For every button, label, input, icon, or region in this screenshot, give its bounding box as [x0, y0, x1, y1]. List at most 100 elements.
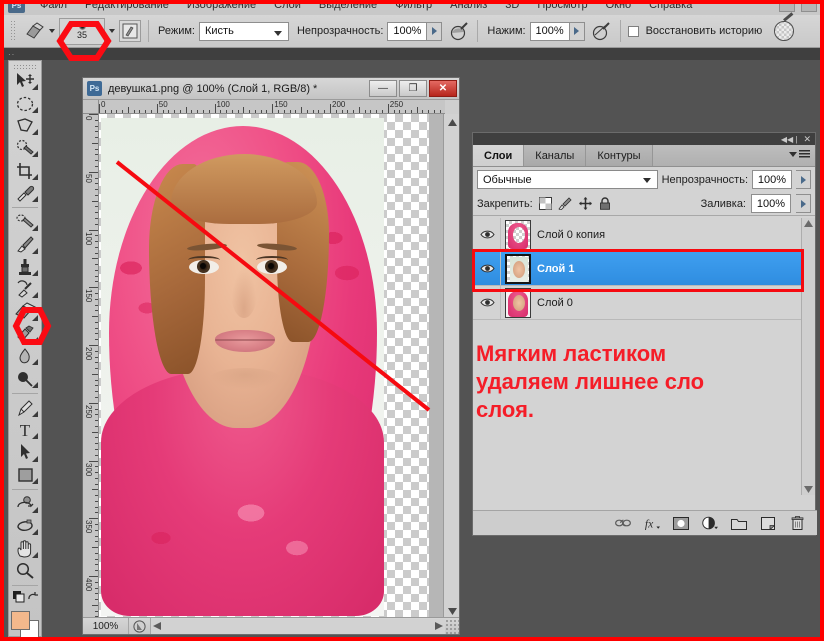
delete-layer-icon[interactable]: [789, 515, 805, 531]
minimize-icon[interactable]: [779, 4, 795, 12]
maximize-icon[interactable]: [801, 4, 817, 12]
opacity-slider-button[interactable]: [427, 21, 443, 41]
clone-stamp-tool[interactable]: [10, 256, 40, 278]
blur-tool[interactable]: [10, 345, 40, 367]
resize-grip[interactable]: [445, 618, 459, 634]
vertical-ruler[interactable]: 050100150200250300350400450: [83, 114, 99, 619]
canvas-horizontal-scrollbar[interactable]: [151, 618, 445, 634]
hand-tool[interactable]: [10, 537, 40, 559]
layer-style-fx-icon[interactable]: fx: [644, 515, 660, 531]
document-titlebar[interactable]: Ps девушка1.png @ 100% (Слой 1, RGB/8) *…: [83, 78, 459, 100]
healing-brush-tool[interactable]: [10, 211, 40, 233]
foreground-color-swatch[interactable]: [11, 611, 30, 631]
layer-visibility-toggle[interactable]: [475, 218, 501, 251]
quick-mask-and-swap[interactable]: [10, 589, 40, 606]
menu-item-layers[interactable]: Слои: [265, 4, 310, 11]
close-panel-icon[interactable]: ✕: [803, 134, 811, 145]
canvas-vertical-scrollbar[interactable]: [443, 114, 459, 619]
document-info-icon[interactable]: [129, 618, 151, 634]
zoom-level-field[interactable]: 100%: [83, 618, 129, 634]
ruler-tick: [410, 110, 412, 113]
link-layers-icon[interactable]: [615, 515, 631, 531]
lock-image-pixels-icon[interactable]: [558, 196, 573, 211]
pressure-input[interactable]: 100%: [529, 21, 570, 41]
opacity-input[interactable]: 100%: [387, 21, 428, 41]
gradient-tool[interactable]: [10, 323, 40, 345]
pen-tool[interactable]: [10, 397, 40, 419]
opacity-pressure-toggle-icon[interactable]: [448, 20, 470, 42]
dodge-tool[interactable]: [10, 367, 40, 389]
new-group-icon[interactable]: [731, 515, 747, 531]
ruler-tick: [95, 350, 98, 352]
table-row[interactable]: Слой 1: [473, 252, 803, 286]
lock-all-icon[interactable]: [598, 196, 613, 211]
restore-history-checkbox[interactable]: [627, 25, 639, 37]
eraser-preset-chevron-icon[interactable]: [49, 29, 55, 33]
quick-selection-tool[interactable]: [10, 137, 40, 159]
table-row[interactable]: Слой 0: [473, 286, 803, 320]
layer-visibility-toggle[interactable]: [475, 286, 501, 319]
type-tool[interactable]: T: [10, 419, 40, 441]
dock-grip-icon[interactable]: ··: [8, 50, 15, 59]
adjustment-layer-icon[interactable]: [702, 515, 718, 531]
3d-orbit-tool[interactable]: [10, 515, 40, 537]
document-close-button[interactable]: ✕: [429, 80, 457, 97]
collapse-panel-icon[interactable]: ◀◀ |: [781, 135, 798, 144]
new-layer-icon[interactable]: [760, 515, 776, 531]
brush-tool[interactable]: [10, 233, 40, 255]
layer-visibility-toggle[interactable]: [475, 252, 501, 285]
layer-thumbnail[interactable]: [505, 287, 531, 318]
layer-mask-icon[interactable]: [673, 515, 689, 531]
brush-panel-icon[interactable]: [119, 20, 141, 42]
crop-tool[interactable]: [10, 159, 40, 181]
menu-item-help[interactable]: Справка: [640, 4, 701, 11]
eyedropper-tool[interactable]: [10, 182, 40, 204]
path-selection-tool[interactable]: [10, 441, 40, 463]
table-row[interactable]: Слой 0 копия: [473, 218, 803, 252]
menu-item-view[interactable]: Просмотр: [528, 4, 596, 11]
horizontal-ruler[interactable]: 050100150200250300: [99, 100, 445, 114]
panel-menu-button[interactable]: [789, 150, 810, 159]
panel-opacity-input[interactable]: 100%: [752, 170, 792, 189]
3d-rotate-tool[interactable]: [10, 493, 40, 515]
menu-item-window[interactable]: Окно: [597, 4, 641, 11]
canvas-area[interactable]: [99, 114, 445, 619]
tab-channels[interactable]: Каналы: [524, 145, 587, 166]
options-bar-grip[interactable]: [10, 20, 17, 42]
history-brush-tool[interactable]: [10, 278, 40, 300]
brush-picker-chevron-icon[interactable]: [109, 29, 115, 33]
lasso-tool[interactable]: [10, 115, 40, 137]
pressure-slider-button[interactable]: [569, 21, 585, 41]
menu-item-filter[interactable]: Фильтр: [386, 4, 441, 11]
fill-slider-button[interactable]: [796, 194, 811, 213]
move-tool[interactable]: [10, 70, 40, 92]
document-minimize-button[interactable]: —: [369, 80, 397, 97]
rectangle-tool[interactable]: [10, 464, 40, 486]
lock-transparent-pixels-icon[interactable]: [538, 196, 553, 211]
elliptical-marquee-tool[interactable]: [10, 92, 40, 114]
tab-paths[interactable]: Контуры: [586, 145, 653, 166]
menu-item-image[interactable]: Изображение: [178, 4, 265, 11]
menu-item-3d[interactable]: 3D: [496, 4, 528, 11]
tab-layers[interactable]: Слои: [473, 145, 525, 166]
scroll-up-icon[interactable]: [444, 114, 460, 130]
blend-mode-select[interactable]: Обычные: [477, 170, 658, 189]
layer-thumbnail[interactable]: [505, 219, 531, 250]
zoom-tool[interactable]: [10, 560, 40, 582]
brush-size-preview[interactable]: 35: [59, 17, 105, 45]
flow-pressure-toggle-icon[interactable]: [591, 20, 613, 42]
eraser-tool[interactable]: [10, 300, 40, 322]
menu-item-file[interactable]: Файл: [31, 4, 76, 11]
layer-thumbnail[interactable]: [505, 253, 531, 284]
airbrush-icon[interactable]: [774, 21, 795, 41]
fill-input[interactable]: 100%: [751, 194, 791, 213]
panel-opacity-slider-button[interactable]: [796, 170, 811, 189]
lock-position-icon[interactable]: [578, 196, 593, 211]
menu-item-edit[interactable]: Редактирование: [76, 4, 178, 11]
document-maximize-button[interactable]: ❐: [399, 80, 427, 97]
color-swatches[interactable]: [10, 610, 40, 637]
menu-item-select[interactable]: Выделение: [310, 4, 386, 11]
menu-item-analysis[interactable]: Анализ: [441, 4, 496, 11]
layers-panel-footer: fx: [473, 510, 817, 535]
mode-select[interactable]: Кисть: [198, 21, 289, 41]
